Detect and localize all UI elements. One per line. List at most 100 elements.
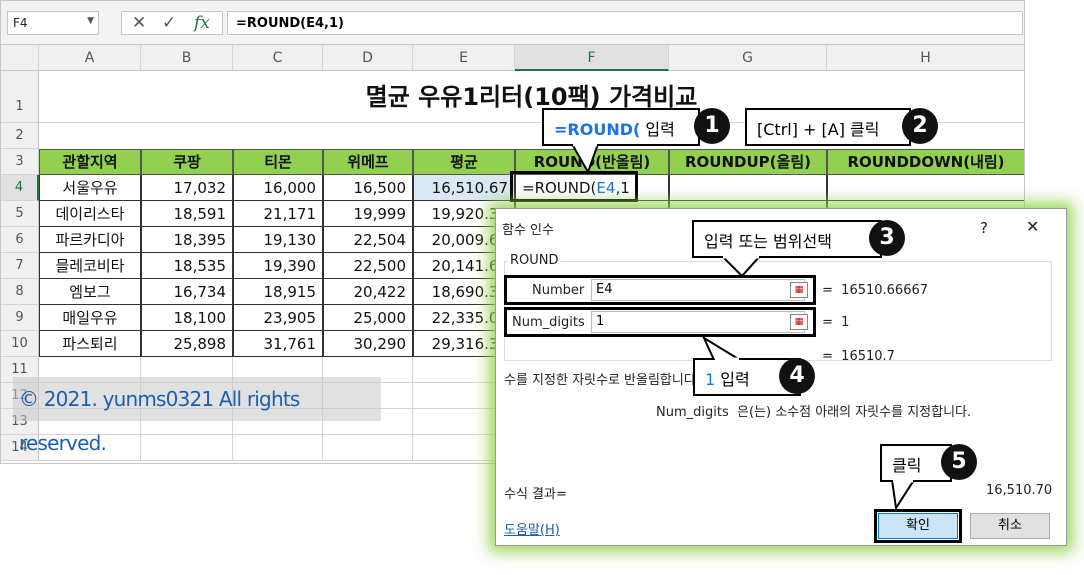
table-cell[interactable]: 19,999 [323, 201, 413, 227]
header-e[interactable]: 평균 [413, 149, 515, 175]
help-icon[interactable]: ? [980, 219, 988, 237]
column-header-g[interactable]: G [669, 45, 827, 71]
column-header-a[interactable]: A [39, 45, 141, 71]
table-cell[interactable]: 25,000 [323, 305, 413, 331]
header-a[interactable]: 관할지역 [39, 149, 141, 175]
arg2-result: = 1 [822, 315, 850, 330]
table-cell[interactable]: 16,000 [233, 175, 323, 201]
callout-1: =ROUND( 입력 [542, 108, 700, 146]
name-box-value: F4 [13, 16, 28, 30]
table-cell[interactable] [669, 175, 827, 201]
callout-1-pointer [570, 144, 600, 174]
table-cell[interactable]: 서울우유 [39, 175, 141, 201]
arg1-highlight [504, 275, 816, 305]
row-header-4[interactable]: 4 [1, 175, 39, 201]
table-cell[interactable]: 16,734 [141, 279, 233, 305]
arg2-result-value: 1 [841, 315, 850, 330]
step-badge-5: 5 [941, 444, 977, 480]
function-name: ROUND [508, 253, 561, 268]
function-description: 수를 지정한 자릿수로 반올림합니다. [504, 373, 700, 388]
arg-desc-name: Num_digits [656, 405, 729, 420]
cancel-button[interactable]: 취소 [970, 513, 1050, 539]
chevron-down-icon[interactable]: ▼ [87, 16, 94, 26]
step-badge-1: 1 [694, 108, 730, 144]
table-cell[interactable]: 18,395 [141, 227, 233, 253]
table-cell[interactable]: 30,290 [323, 331, 413, 357]
callout-4-pointer [701, 336, 742, 360]
table-cell[interactable]: 18,591 [141, 201, 233, 227]
table-cell[interactable]: 파스퇴리 [39, 331, 141, 357]
step-badge-2: 2 [902, 108, 938, 144]
table-cell[interactable]: 17,032 [141, 175, 233, 201]
arg2-highlight [504, 307, 816, 337]
table-cell[interactable]: 21,171 [233, 201, 323, 227]
table-cell[interactable]: 16,500 [323, 175, 413, 201]
column-header-e[interactable]: E [413, 45, 515, 71]
column-header-c[interactable]: C [233, 45, 323, 71]
step-badge-3: 3 [869, 220, 905, 256]
table-cell[interactable]: 23,905 [233, 305, 323, 331]
callout-2-text: [Ctrl] + [A] 클릭 [757, 120, 880, 139]
table-cell[interactable]: 25,898 [141, 331, 233, 357]
select-all-corner[interactable] [1, 45, 39, 71]
header-c[interactable]: 티몬 [233, 149, 323, 175]
row-header-3[interactable]: 3 [1, 149, 39, 175]
column-header-b[interactable]: B [141, 45, 233, 71]
table-cell[interactable]: 믈레코비타 [39, 253, 141, 279]
header-b[interactable]: 쿠팡 [141, 149, 233, 175]
callout-3-pointer [720, 256, 762, 278]
insert-function-icon[interactable]: fx [194, 13, 210, 33]
callout-4-number: 1 [705, 370, 716, 389]
row-header-1[interactable]: 1 [1, 71, 39, 123]
formula-input[interactable]: =ROUND(E4,1) [227, 11, 1023, 35]
empty-cell[interactable] [233, 435, 323, 461]
arg1-result-value: 16510.66667 [841, 283, 929, 298]
table-cell[interactable]: 31,761 [233, 331, 323, 357]
arg1-result: = 16510.66667 [822, 283, 929, 298]
row-header-7[interactable]: 7 [1, 253, 39, 279]
empty-cell[interactable] [141, 435, 233, 461]
cancel-icon[interactable]: ✕ [132, 13, 146, 33]
function-result-value: 16510.7 [841, 349, 895, 364]
callout-5-pointer [890, 480, 916, 510]
table-cell[interactable]: 22,504 [323, 227, 413, 253]
column-header-h[interactable]: H [827, 45, 1024, 71]
row-header-6[interactable]: 6 [1, 227, 39, 253]
table-cell[interactable]: 19,390 [233, 253, 323, 279]
help-link[interactable]: 도움말(H) [504, 519, 560, 538]
table-cell[interactable]: 18,915 [233, 279, 323, 305]
table-cell[interactable]: 16,510.67 [413, 175, 515, 201]
column-header-f[interactable]: F [515, 45, 669, 71]
header-d[interactable]: 위메프 [323, 149, 413, 175]
close-icon[interactable]: ✕ [1026, 217, 1039, 236]
table-cell[interactable]: 데이리스타 [39, 201, 141, 227]
callout-2: [Ctrl] + [A] 클릭 [745, 108, 911, 146]
row-header-9[interactable]: 9 [1, 305, 39, 331]
column-header-d[interactable]: D [323, 45, 413, 71]
row-header-2[interactable]: 2 [1, 123, 39, 149]
header-h[interactable]: ROUNDDOWN(내림) [827, 149, 1024, 175]
table-cell[interactable]: 22,500 [323, 253, 413, 279]
header-g[interactable]: ROUNDUP(올림) [669, 149, 827, 175]
empty-cell[interactable] [323, 435, 413, 461]
dialog-title: 함수 인수 [502, 223, 554, 238]
row-header-8[interactable]: 8 [1, 279, 39, 305]
table-cell[interactable]: 파르카디아 [39, 227, 141, 253]
step-badge-4: 4 [779, 358, 815, 394]
table-cell[interactable]: 18,535 [141, 253, 233, 279]
ok-highlight [874, 509, 962, 543]
table-cell[interactable] [827, 175, 1024, 201]
row-header-5[interactable]: 5 [1, 201, 39, 227]
table-cell[interactable]: 엠보그 [39, 279, 141, 305]
argument-description: Num_digits 은(는) 소수점 아래의 자릿수를 지정합니다. [656, 401, 971, 420]
active-cell-highlight [510, 171, 638, 202]
table-cell[interactable]: 20,422 [323, 279, 413, 305]
callout-5-text: 클릭 [892, 456, 922, 475]
table-cell[interactable]: 매일우유 [39, 305, 141, 331]
enter-icon[interactable]: ✓ [162, 13, 176, 33]
table-cell[interactable]: 19,130 [233, 227, 323, 253]
name-box[interactable]: F4 ▼ [7, 11, 99, 35]
table-cell[interactable]: 18,100 [141, 305, 233, 331]
formula-result-value: 16,510.70 [986, 483, 1053, 498]
row-header-10[interactable]: 10 [1, 331, 39, 357]
